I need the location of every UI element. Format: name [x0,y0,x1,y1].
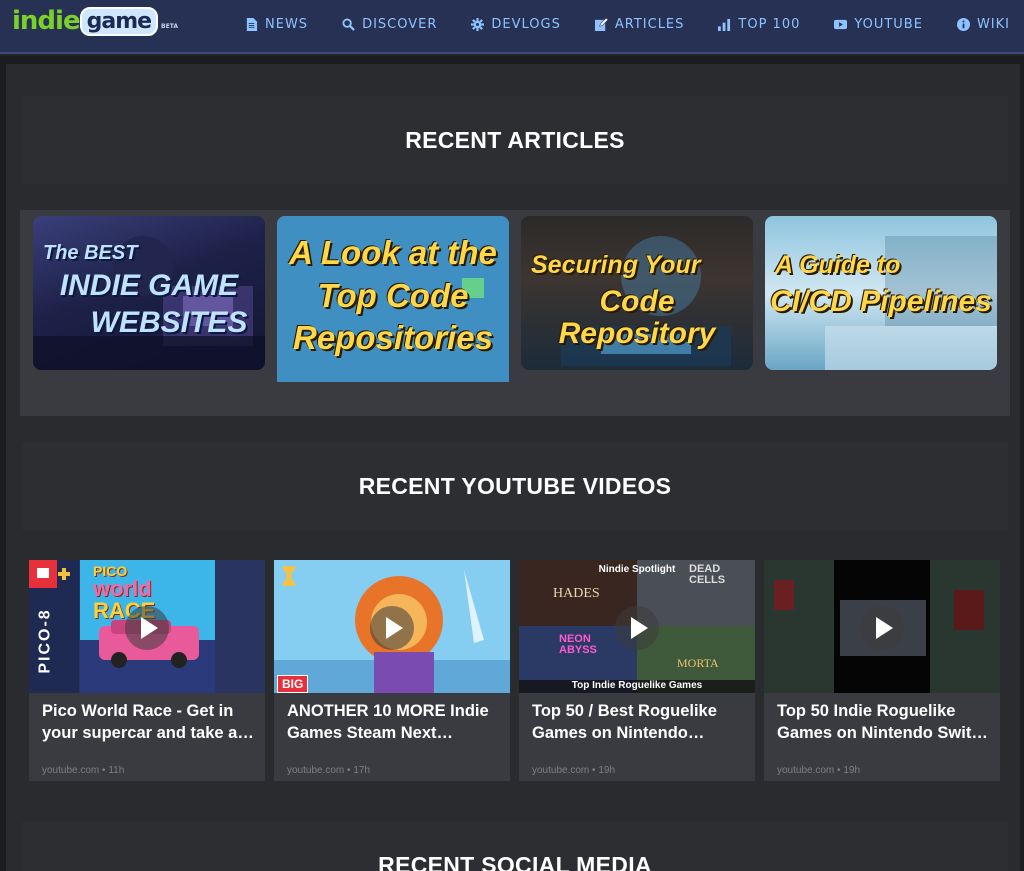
video-thumbnail: PICO-8 PICO world RACE [29,560,265,693]
nav-news-label: NEWS [265,16,309,32]
bar-chart-icon [718,18,731,31]
video-age: 17h [353,765,371,776]
video-age: 19h [843,765,861,776]
logo-game: game [79,7,159,36]
video-card-pico-world-race[interactable]: PICO-8 PICO world RACE Pico World Race -… [29,560,265,781]
nav-articles-label: ARTICLES [614,16,685,32]
nav-discover-label: DISCOVER [362,16,438,32]
video-meta: youtube.com • 17h [287,765,370,776]
video-thumbnail: BIG [274,560,510,693]
social-section-header: RECENT SOCIAL MEDIA [22,822,1008,871]
video-source: youtube.com [42,765,100,776]
youtube-icon [834,19,848,29]
article-card-ci-cd-pipelines[interactable]: A Guide to CI/CD Pipelines [765,216,997,370]
meta-separator: • [347,765,351,776]
nav-wiki-label: WIKI [976,16,1010,32]
article-2-line2: Top Code [317,276,469,314]
video-title[interactable]: ANOTHER 10 MORE Indie Games Steam Next F… [287,700,499,744]
nav-youtube[interactable]: YOUTUBE [834,17,923,32]
nav-top100-label: TOP 100 [738,16,801,32]
thumb-brand-text: PICO-8 [36,608,54,674]
videos-section-header: RECENT YOUTUBE VIDEOS [22,442,1008,530]
thumb-badge: BIG [277,675,309,693]
article-3-line2: Code Repository [558,285,716,350]
video-source: youtube.com [532,765,590,776]
video-title[interactable]: Top 50 Indie Roguelike Games on Nintendo… [777,700,989,744]
video-card-another-10-more[interactable]: BIG ANOTHER 10 MORE Indie Games Steam Ne… [274,560,510,781]
thumb-game-4: MORTA [677,656,719,670]
logo-indie: indie [12,6,81,36]
article-2-line1: A Look at the [289,234,497,271]
play-icon[interactable] [125,606,169,650]
article-4-line2: CI/CD Pipelines [770,285,992,319]
nav-devlogs[interactable]: DEVLOGS [471,17,560,32]
nav-devlogs-label: DEVLOGS [491,16,561,32]
top-navbar: indie game BETA NEWS DISCOVER DEVLOGS AR… [0,0,1024,54]
video-source: youtube.com [777,765,835,776]
article-1-line1: The BEST [43,242,138,264]
video-meta: youtube.com • 11h [42,765,124,776]
nav-news[interactable]: NEWS [245,17,308,32]
articles-section-header: RECENT ARTICLES [22,96,1008,184]
video-thumbnail: Nindie Spotlight HADES DEAD CELLS NEON A… [519,560,755,693]
video-age: 19h [598,765,616,776]
video-age: 11h [108,765,125,776]
video-card-top-50-indie-roguelike[interactable]: Top 50 Indie Roguelike Games on Nintendo… [764,560,1000,781]
thumb-game-1: HADES [553,586,600,601]
nav-wiki[interactable]: WIKI [956,16,1010,32]
video-title[interactable]: Top 50 / Best Roguelike Games on Nintend… [532,700,744,744]
info-icon [956,17,970,31]
video-meta: youtube.com • 19h [532,765,615,776]
article-1-line3: WEBSITES [90,306,248,339]
thumb-title-2: world [93,576,152,601]
article-3-line1: Securing Your [531,251,701,279]
article-2-line3: Repositories [293,319,493,357]
article-1-line2: INDIE GAME [59,268,239,302]
search-icon [342,17,355,31]
video-title[interactable]: Pico World Race - Get in your supercar a… [42,700,254,744]
article-card-top-code-repositories[interactable]: A Look at the Top Code Repositories [277,216,509,382]
video-card-top-50-best-roguelike[interactable]: Nindie Spotlight HADES DEAD CELLS NEON A… [519,560,755,781]
article-card-best-indie-websites[interactable]: The BEST INDIE GAME WEBSITES [33,216,265,370]
article-card-securing-code-repository[interactable]: Securing Your Code Repository [521,216,753,370]
video-thumbnail [764,560,1000,693]
meta-separator: • [837,765,841,776]
nav-top100[interactable]: TOP 100 [718,17,800,32]
articles-section-title: RECENT ARTICLES [405,126,625,153]
gear-icon [471,17,485,31]
logo-beta-badge: BETA [161,23,178,30]
thumb-game-3: NEON ABYSS [559,633,597,656]
site-logo[interactable]: indie game BETA [12,6,178,36]
document-icon [246,17,258,31]
videos-section-title: RECENT YOUTUBE VIDEOS [358,472,672,499]
nav-discover[interactable]: DISCOVER [342,17,437,32]
social-section-title: RECENT SOCIAL MEDIA [378,852,652,871]
video-source: youtube.com [287,765,345,776]
meta-separator: • [592,765,596,776]
play-icon[interactable] [370,606,414,650]
play-icon[interactable] [615,606,659,650]
nav-youtube-label: YOUTUBE [854,16,923,32]
article-4-line1: A Guide to [775,251,901,279]
main-nav: NEWS DISCOVER DEVLOGS ARTICLES TOP 100 Y… [245,0,1010,48]
meta-separator: • [102,765,106,776]
nav-articles[interactable]: ARTICLES [594,16,685,32]
play-icon[interactable] [860,606,904,650]
video-meta: youtube.com • 19h [777,765,860,776]
thumb-bottom-text: Top Indie Roguelike Games [571,680,703,691]
edit-icon [594,17,608,31]
thumb-game-2: DEAD CELLS [689,563,726,586]
